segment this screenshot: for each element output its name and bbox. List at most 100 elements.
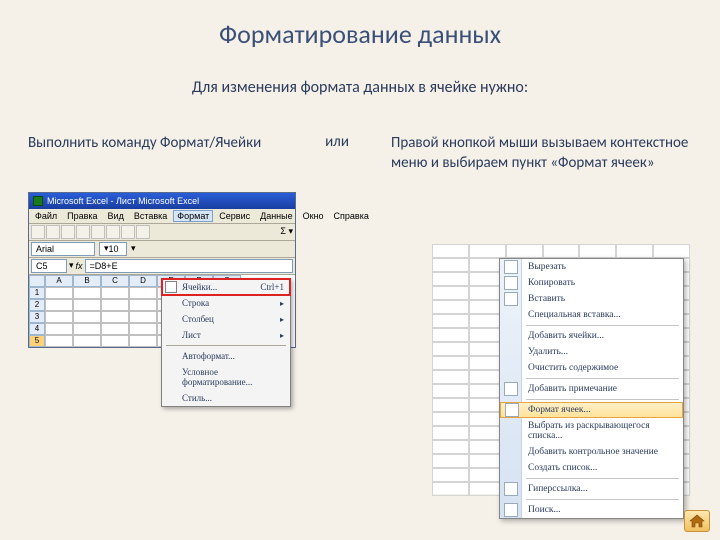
- toolbar-button[interactable]: [31, 225, 45, 239]
- submenu-arrow-icon: [280, 314, 284, 324]
- submenu-arrow-icon: [280, 298, 284, 308]
- cell[interactable]: [45, 311, 73, 323]
- font-row: Arial ▾ 10 ▾: [29, 241, 295, 258]
- context-menu-item[interactable]: Гиперссылка...: [500, 481, 683, 497]
- cell[interactable]: [101, 299, 129, 311]
- context-menu-item[interactable]: Вставить: [500, 291, 683, 307]
- toolbar-button[interactable]: [61, 225, 75, 239]
- cell[interactable]: [101, 311, 129, 323]
- home-button[interactable]: [684, 510, 710, 532]
- menu-item-файл[interactable]: Файл: [31, 210, 61, 222]
- toolbar-button[interactable]: [136, 225, 150, 239]
- context-menu-item[interactable]: Добавить ячейки...: [500, 328, 683, 344]
- context-menu-item[interactable]: Поиск...: [500, 502, 683, 518]
- columns: Выполнить команду Формат/Ячейки или Прав…: [0, 133, 720, 174]
- menu-item-icon: [165, 281, 177, 293]
- menu-item-вставка[interactable]: Вставка: [130, 210, 171, 222]
- menu-item-справка[interactable]: Справка: [330, 210, 373, 222]
- menu-item[interactable]: Стиль...: [162, 390, 290, 406]
- toolbar-button[interactable]: [76, 225, 90, 239]
- context-menu-item[interactable]: Создать список...: [500, 460, 683, 476]
- col-header[interactable]: D: [129, 275, 157, 287]
- col-header[interactable]: C: [101, 275, 129, 287]
- menu-item-окно[interactable]: Окно: [299, 210, 328, 222]
- context-item-label: Добавить ячейки...: [528, 331, 604, 341]
- toolbar-button[interactable]: [106, 225, 120, 239]
- context-item-label: Добавить контрольное значение: [528, 447, 658, 457]
- cell[interactable]: [45, 323, 73, 335]
- menu-item[interactable]: Столбец: [162, 311, 290, 327]
- menubar[interactable]: ФайлПравкаВидВставкаФорматСервисДанныеОк…: [29, 209, 295, 224]
- context-menu[interactable]: ВырезатьКопироватьВставитьСпециальная вс…: [499, 258, 684, 519]
- row-header[interactable]: 1: [29, 287, 45, 299]
- toolbar[interactable]: Σ ▾: [29, 224, 295, 241]
- col-header[interactable]: B: [73, 275, 101, 287]
- context-menu-item[interactable]: Вырезать: [500, 259, 683, 275]
- titlebar: Microsoft Excel - Лист Microsoft Excel: [29, 193, 295, 209]
- row-header[interactable]: 2: [29, 299, 45, 311]
- menu-item[interactable]: Строка: [162, 295, 290, 311]
- context-menu-item[interactable]: Добавить примечание: [500, 381, 683, 397]
- cell[interactable]: [129, 335, 157, 347]
- cell[interactable]: [73, 335, 101, 347]
- cell[interactable]: [101, 335, 129, 347]
- menu-item-данные[interactable]: Данные: [256, 210, 297, 222]
- home-icon: [689, 514, 705, 528]
- submenu-arrow-icon: [280, 330, 284, 340]
- context-menu-item[interactable]: Очистить содержимое: [500, 360, 683, 376]
- row-header[interactable]: 5: [29, 335, 45, 347]
- font-size-box[interactable]: ▾ 10: [99, 242, 127, 256]
- cell[interactable]: [45, 335, 73, 347]
- toolbar-button[interactable]: [91, 225, 105, 239]
- cell[interactable]: [101, 287, 129, 299]
- row-header[interactable]: 3: [29, 311, 45, 323]
- cell[interactable]: [73, 323, 101, 335]
- context-menu-item[interactable]: Копировать: [500, 275, 683, 291]
- context-item-label: Добавить примечание: [528, 384, 617, 394]
- menu-item[interactable]: Автоформат...: [162, 348, 290, 364]
- cell[interactable]: [129, 299, 157, 311]
- cell[interactable]: [73, 311, 101, 323]
- menu-item-label: Лист: [182, 330, 201, 340]
- context-item-label: Создать список...: [528, 463, 597, 473]
- menu-item-правка[interactable]: Правка: [63, 210, 101, 222]
- cell[interactable]: [45, 299, 73, 311]
- name-box[interactable]: C5: [31, 259, 67, 273]
- cell[interactable]: [73, 287, 101, 299]
- toolbar-button[interactable]: [46, 225, 60, 239]
- menu-item[interactable]: Ячейки...Ctrl+1: [162, 279, 290, 295]
- page-title: Форматирование данных: [0, 0, 720, 50]
- app-title: Microsoft Excel - Лист Microsoft Excel: [47, 196, 199, 206]
- formula-input[interactable]: =D8+E: [85, 259, 293, 273]
- context-menu-item[interactable]: Удалить...: [500, 344, 683, 360]
- cell[interactable]: [45, 287, 73, 299]
- menu-item-сервис[interactable]: Сервис: [215, 210, 254, 222]
- context-item-label: Поиск...: [528, 505, 561, 515]
- menu-item-вид[interactable]: Вид: [104, 210, 128, 222]
- menu-item[interactable]: Условное форматирование...: [162, 364, 290, 390]
- menu-item-label: Столбец: [182, 314, 214, 324]
- cell[interactable]: [73, 299, 101, 311]
- row-header[interactable]: 4: [29, 323, 45, 335]
- context-menu-item[interactable]: Добавить контрольное значение: [500, 444, 683, 460]
- toolbar-button[interactable]: [121, 225, 135, 239]
- context-menu-item[interactable]: Формат ячеек...: [500, 402, 683, 418]
- cell[interactable]: [129, 311, 157, 323]
- dropdown-arrow-icon: ▾: [131, 243, 136, 254]
- menu-item-формат[interactable]: Формат: [173, 210, 213, 222]
- cell[interactable]: [129, 323, 157, 335]
- or-label: или: [307, 133, 367, 151]
- context-menu-item[interactable]: Специальная вставка...: [500, 307, 683, 323]
- context-menu-item[interactable]: Выбрать из раскрывающегося списка...: [500, 418, 683, 444]
- col-header[interactable]: A: [45, 275, 73, 287]
- font-name-box[interactable]: Arial: [31, 242, 95, 256]
- context-item-icon: [504, 260, 518, 274]
- menu-item-label: Условное форматирование...: [182, 367, 284, 387]
- format-menu-dropdown[interactable]: Ячейки...Ctrl+1Строка Столбец Лист Автоформ…: [161, 278, 291, 407]
- menu-item-label: Ячейки...: [182, 282, 217, 292]
- menu-item-label: Автоформат...: [182, 351, 235, 361]
- menu-item[interactable]: Лист: [162, 327, 290, 343]
- cell[interactable]: [129, 287, 157, 299]
- subtitle: Для изменения формата данных в ячейке ну…: [0, 78, 720, 97]
- cell[interactable]: [101, 323, 129, 335]
